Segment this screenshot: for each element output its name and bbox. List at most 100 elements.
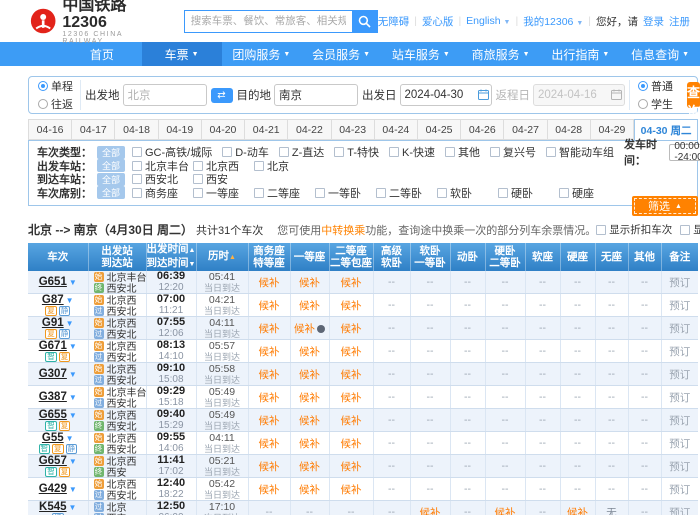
transfer-link[interactable]: 中转换乘 (321, 225, 365, 237)
seat-availability[interactable]: 候补 (299, 346, 320, 358)
nav-item-info-query[interactable]: 信息查询▼ (620, 42, 700, 66)
seat-availability[interactable]: 候补 (341, 484, 362, 496)
date-tab-04-26[interactable]: 04-26 (461, 119, 504, 140)
chevron-down-icon[interactable]: ▼ (69, 278, 77, 287)
seat-availability[interactable]: 候补 (341, 369, 362, 381)
seat-availability[interactable]: 候补 (259, 369, 280, 381)
chevron-down-icon[interactable]: ▼ (69, 393, 77, 402)
top-link-english[interactable]: English ▼ (466, 15, 510, 27)
radio-normal[interactable]: 普通 (638, 78, 673, 94)
logo[interactable]: 中国铁路12306 12306 CHINA RAILWAY (30, 0, 158, 45)
seat-availability[interactable]: 候补 (259, 346, 280, 358)
date-tab-04-24[interactable]: 04-24 (375, 119, 418, 140)
radio-student[interactable]: 学生 (638, 96, 673, 112)
train-number-link[interactable]: G429 (39, 483, 67, 495)
select-all-button[interactable]: 全部 (97, 173, 125, 186)
seat-availability[interactable]: 候补 (341, 300, 362, 312)
seat-availability[interactable]: 候补 (299, 277, 320, 289)
chevron-down-icon[interactable]: ▼ (69, 485, 77, 494)
display-filter-option[interactable]: 显示折扣车次 (596, 222, 672, 237)
seat-availability[interactable]: 候补 (259, 323, 280, 335)
chevron-down-icon[interactable]: ▼ (69, 503, 77, 512)
seat-availability[interactable]: 候补 (420, 507, 441, 515)
seat-availability[interactable]: 候补 (259, 461, 280, 473)
search-button[interactable] (352, 10, 378, 33)
from-input[interactable] (123, 84, 207, 106)
chevron-down-icon[interactable]: ▼ (66, 319, 74, 328)
nav-item-business-services[interactable]: 商旅服务▼ (461, 42, 541, 66)
filter-option[interactable]: 其他 (445, 144, 480, 160)
date-tab-04-18[interactable]: 04-18 (115, 119, 158, 140)
date-tab-04-16[interactable]: 04-16 (28, 119, 72, 140)
query-button[interactable]: 查询 (687, 82, 700, 108)
filter-option[interactable]: 硬卧 (498, 185, 559, 201)
train-number-link[interactable]: G387 (39, 391, 67, 403)
nav-item-travel-guide[interactable]: 出行指南▼ (541, 42, 621, 66)
date-tab-04-21[interactable]: 04-21 (245, 119, 288, 140)
chevron-down-icon[interactable]: ▼ (69, 370, 77, 379)
train-number-link[interactable]: G91 (42, 317, 64, 329)
seat-availability[interactable]: 候补 (259, 300, 280, 312)
search-input[interactable] (184, 10, 352, 33)
date-tab-04-25[interactable]: 04-25 (418, 119, 461, 140)
seat-availability[interactable]: 候补 (294, 323, 315, 335)
seat-availability[interactable]: 候补 (299, 300, 320, 312)
chevron-down-icon[interactable]: ▼ (66, 434, 74, 443)
swap-stations-icon[interactable]: ⇄ (211, 88, 233, 103)
filter-option[interactable]: 复兴号 (490, 144, 536, 160)
select-all-button[interactable]: 全部 (97, 186, 125, 199)
filter-option[interactable]: 二等座 (254, 185, 315, 201)
nav-item-tickets[interactable]: 车票▼ (142, 42, 222, 66)
train-number-link[interactable]: G307 (39, 368, 67, 380)
filter-option[interactable]: 商务座 (132, 185, 193, 201)
date-tab-04-23[interactable]: 04-23 (332, 119, 375, 140)
seat-availability[interactable]: 候补 (341, 415, 362, 427)
seat-availability[interactable]: 候补 (341, 323, 362, 335)
chevron-down-icon[interactable]: ▼ (69, 457, 77, 466)
seat-availability[interactable]: 候补 (567, 507, 588, 515)
seat-availability[interactable]: 候补 (341, 438, 362, 450)
col-header[interactable]: 历时▲ (196, 243, 248, 271)
train-number-link[interactable]: K545 (39, 501, 67, 513)
train-number-link[interactable]: G655 (39, 409, 67, 421)
select-all-button[interactable]: 全部 (97, 159, 125, 172)
filter-option[interactable]: T-特快 (334, 144, 379, 160)
date-tab-04-19[interactable]: 04-19 (159, 119, 202, 140)
filter-option[interactable]: 北京 (254, 158, 315, 174)
depart-date-input[interactable] (400, 84, 492, 106)
register-link[interactable]: 注册 (669, 14, 690, 29)
date-tab-04-27[interactable]: 04-27 (504, 119, 547, 140)
train-number-link[interactable]: G651 (39, 276, 67, 288)
seat-availability[interactable]: 候补 (299, 392, 320, 404)
radio-round-trip[interactable]: 往返 (38, 96, 73, 112)
date-tab-04-22[interactable]: 04-22 (288, 119, 331, 140)
top-link-accessibility[interactable]: 无障碍 (378, 14, 410, 29)
to-input[interactable] (274, 84, 358, 106)
seat-availability[interactable]: 候补 (299, 369, 320, 381)
train-number-link[interactable]: G657 (39, 455, 67, 467)
chevron-down-icon[interactable]: ▼ (66, 296, 74, 305)
date-tab-04-20[interactable]: 04-20 (202, 119, 245, 140)
date-tab-04-17[interactable]: 04-17 (72, 119, 115, 140)
top-link-my-12306[interactable]: 我的12306 ▼ (523, 14, 583, 29)
col-header[interactable]: 出发时间▲到达时间▼ (146, 243, 196, 271)
nav-item-member-services[interactable]: 会员服务▼ (301, 42, 381, 66)
filter-button[interactable]: 筛选 ▲ (632, 196, 698, 216)
seat-availability[interactable]: 候补 (259, 415, 280, 427)
seat-availability[interactable]: 候补 (259, 277, 280, 289)
seat-availability[interactable]: 候补 (299, 415, 320, 427)
filter-option[interactable]: 一等卧 (315, 185, 376, 201)
nav-item-station-services[interactable]: 站车服务▼ (381, 42, 461, 66)
display-filter-option[interactable]: 显示积分兑换车次 (680, 222, 700, 237)
filter-option[interactable]: K-快速 (389, 144, 435, 160)
train-number-link[interactable]: G671 (39, 340, 67, 352)
filter-option[interactable]: 软卧 (437, 185, 498, 201)
seat-availability[interactable]: 候补 (341, 461, 362, 473)
train-number-link[interactable]: G87 (42, 294, 64, 306)
date-tab-04-28[interactable]: 04-28 (548, 119, 591, 140)
login-link[interactable]: 登录 (643, 14, 664, 29)
nav-item-home[interactable]: 首页 (62, 42, 142, 66)
filter-option[interactable]: 一等座 (193, 185, 254, 201)
select-all-button[interactable]: 全部 (97, 146, 125, 159)
radio-one-way[interactable]: 单程 (38, 78, 73, 94)
